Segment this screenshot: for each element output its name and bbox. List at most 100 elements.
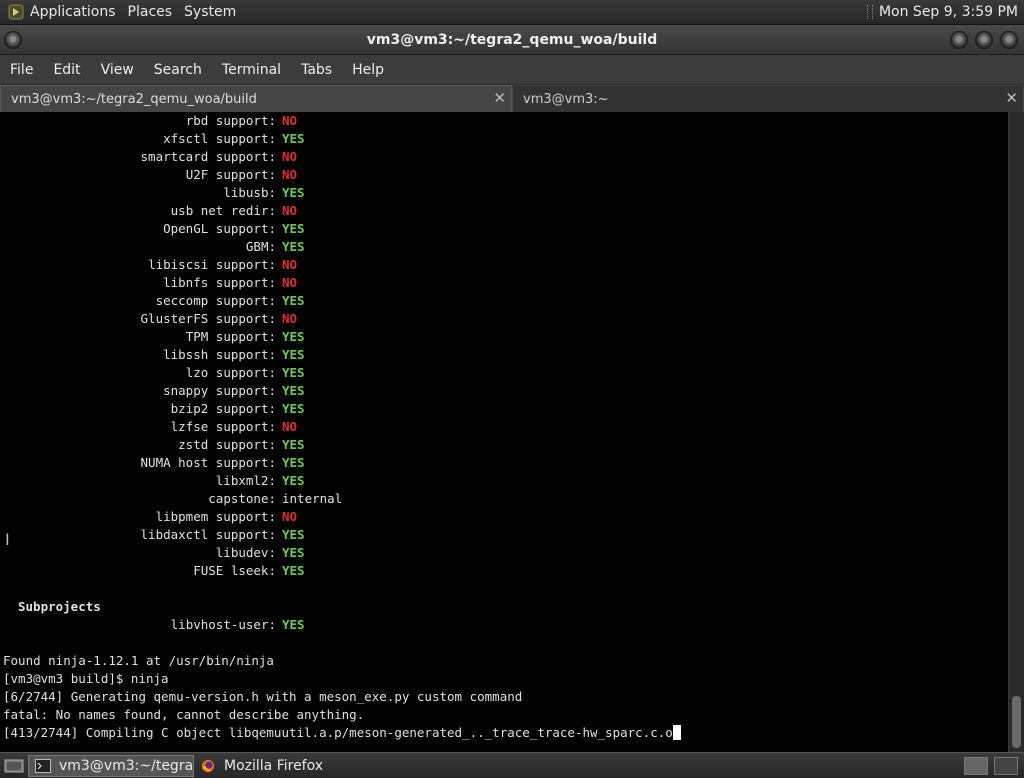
support-label: U2F support: — [185, 167, 276, 182]
workspace-switcher — [964, 756, 1024, 775]
support-label: FUSE lseek: — [193, 563, 276, 578]
support-value: YES — [282, 563, 305, 578]
support-label: bzip2 support: — [170, 401, 276, 416]
menu-help[interactable]: Help — [342, 55, 394, 85]
support-label: snappy support: — [163, 383, 276, 398]
support-line: smartcard support: NO — [0, 148, 1008, 166]
support-label: seccomp support: — [155, 293, 276, 308]
subproject-label: libvhost-user: — [170, 617, 276, 632]
menu-file[interactable]: File — [0, 55, 43, 85]
window-titlebar[interactable]: vm3@vm3:~/tegra2_qemu_woa/build — [0, 25, 1024, 55]
support-value: NO — [282, 257, 298, 272]
support-line: rbd support: NO — [0, 112, 1008, 130]
menu-edit[interactable]: Edit — [43, 55, 90, 85]
taskbar-firefox[interactable]: Mozilla Firefox — [194, 755, 329, 777]
tab-home-close-icon[interactable]: ✕ — [1005, 86, 1018, 111]
support-lines: rbd support: NO xfsctl support: YES smartcar… — [0, 112, 1008, 580]
menu-tabs[interactable]: Tabs — [291, 55, 342, 85]
support-label: libudev: — [215, 545, 276, 560]
support-label: libiscsi support: — [148, 257, 276, 272]
tab-build-close-icon[interactable]: ✕ — [493, 86, 506, 111]
support-label: smartcard support: — [140, 149, 276, 164]
maximize-button[interactable] — [975, 31, 993, 49]
tab-build[interactable]: vm3@vm3:~/tegra2_qemu_woa/build ✕ — [0, 85, 512, 112]
support-value: NO — [282, 509, 298, 524]
taskbar-firefox-label: Mozilla Firefox — [224, 757, 324, 774]
system-menu[interactable]: System — [178, 0, 242, 25]
support-value: YES — [282, 437, 305, 452]
gnome-foot-icon — [8, 4, 24, 20]
support-label: zstd support: — [178, 437, 276, 452]
support-label: libnfs support: — [163, 275, 276, 290]
minimize-button[interactable] — [950, 31, 968, 49]
subprojects-heading: Subprojects — [18, 599, 101, 614]
support-value: NO — [282, 419, 298, 434]
support-label: libpmem support: — [155, 509, 276, 524]
applications-menu[interactable]: Applications — [24, 0, 122, 25]
support-value: YES — [282, 239, 305, 254]
support-value: NO — [282, 113, 298, 128]
support-value: YES — [282, 527, 305, 542]
subproject-value: YES — [282, 617, 305, 632]
support-value: NO — [282, 167, 298, 182]
terminal-output[interactable]: rbd support: NO xfsctl support: YES smartcar… — [0, 112, 1008, 752]
text-cursor-icon: I — [5, 530, 10, 549]
support-label: libusb: — [223, 185, 276, 200]
menubar: File Edit View Search Terminal Tabs Help — [0, 55, 1024, 85]
support-line: snappy support: YES — [0, 382, 1008, 400]
top-panel: Applications Places System Mon Sep 9, 3:… — [0, 0, 1024, 25]
support-label: NUMA host support: — [140, 455, 276, 470]
terminal-icon — [35, 758, 51, 773]
support-value: YES — [282, 347, 305, 362]
subproject-line: libvhost-user: YES — [0, 616, 1008, 634]
support-label: OpenGL support: — [163, 221, 276, 236]
tab-home[interactable]: vm3@vm3:~ ✕ — [512, 85, 1024, 112]
support-line: capstone: internal — [0, 490, 1008, 508]
support-line: usb net redir: NO — [0, 202, 1008, 220]
clock[interactable]: Mon Sep 9, 3:59 PM — [879, 4, 1018, 20]
support-label: GBM: — [245, 239, 276, 254]
close-window-button[interactable] — [1000, 31, 1018, 49]
support-label: capstone: — [208, 491, 276, 506]
support-line: GlusterFS support: NO — [0, 310, 1008, 328]
places-menu[interactable]: Places — [122, 0, 179, 25]
support-value: YES — [282, 329, 305, 344]
support-label: TPM support: — [185, 329, 276, 344]
workspace-2[interactable] — [994, 756, 1018, 775]
support-label: libdaxctl support: — [140, 527, 276, 542]
support-line: NUMA host support: YES — [0, 454, 1008, 472]
support-label: usb net redir: — [170, 203, 276, 218]
show-desktop-icon[interactable] — [4, 758, 24, 774]
support-line: seccomp support: YES — [0, 292, 1008, 310]
support-line: GBM: YES — [0, 238, 1008, 256]
tab-bar: vm3@vm3:~/tegra2_qemu_woa/build ✕ vm3@vm… — [0, 85, 1024, 112]
compile-line-text: [413/2744] Compiling C object libqemuuti… — [3, 725, 673, 740]
support-line: libiscsi support: NO — [0, 256, 1008, 274]
prompt-line: [vm3@vm3 build]$ ninja — [3, 671, 169, 686]
support-value: YES — [282, 455, 305, 470]
menu-search[interactable]: Search — [144, 55, 212, 85]
support-label: rbd support: — [185, 113, 276, 128]
support-value: YES — [282, 131, 305, 146]
support-value: NO — [282, 311, 298, 326]
support-label: GlusterFS support: — [140, 311, 276, 326]
support-line: libnfs support: NO — [0, 274, 1008, 292]
panel-separator — [866, 5, 873, 19]
scrollbar-thumb[interactable] — [1012, 696, 1021, 748]
tab-build-label: vm3@vm3:~/tegra2_qemu_woa/build — [11, 92, 257, 107]
support-value: NO — [282, 275, 298, 290]
bottom-panel: vm3@vm3:~/tegra2... Mozilla Firefox — [0, 752, 1024, 778]
workspace-1[interactable] — [964, 756, 988, 775]
support-value: YES — [282, 473, 305, 488]
menu-terminal[interactable]: Terminal — [212, 55, 291, 85]
taskbar-terminal[interactable]: vm3@vm3:~/tegra2... — [28, 754, 194, 777]
menu-view[interactable]: View — [91, 55, 144, 85]
top-panel-right: Mon Sep 9, 3:59 PM — [866, 0, 1024, 25]
support-value: YES — [282, 221, 305, 236]
terminal-scrollbar[interactable] — [1008, 112, 1024, 752]
terminal-cursor — [672, 725, 681, 740]
support-value: YES — [282, 293, 305, 308]
support-line: zstd support: YES — [0, 436, 1008, 454]
